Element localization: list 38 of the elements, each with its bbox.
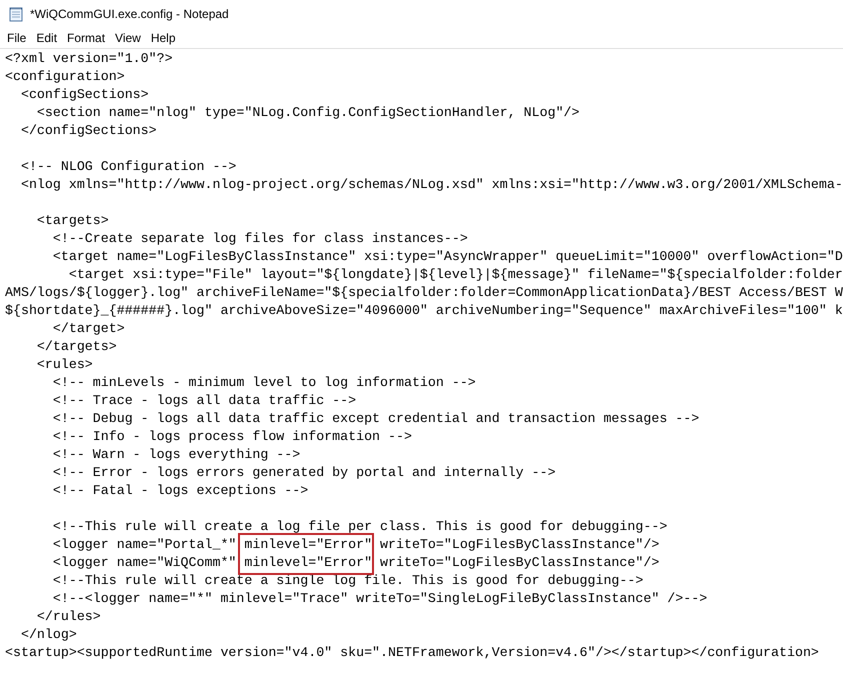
code-line: <!-- NLOG Configuration --> [20, 159, 236, 174]
code-line: <!-- Error - logs errors generated by portal and internally --> [52, 465, 556, 480]
code-line: <?xml version="1.0"?> [5, 51, 173, 66]
menu-item[interactable]: Format [62, 29, 110, 47]
code-line: <!--This rule will create a log file per class. This is good for debugging--> [52, 519, 668, 534]
code-line: <logger name="WiQComm*" minlevel="Error" writeTo="LogFilesByClassInstance"/> [52, 555, 660, 570]
code-line: </target> [52, 321, 125, 336]
code-line: <rules> [36, 357, 93, 372]
code-line: </configSections> [20, 123, 157, 138]
code-line: <!--Create separate log files for class instances--> [52, 231, 468, 246]
code-line: <startup><supportedRuntime version="v4.0" sku=".NETFramework,Version=v4.6"/></startup></configuration> [5, 645, 819, 660]
code-line: AMS/logs/${logger}.log" archiveFileName="${specialfolder:folder=CommonApplicationData}/BEST Access/BEST W [5, 285, 843, 300]
code-line: <target name="LogFilesByClassInstance" xsi:type="AsyncWrapper" queueLimit="10000" overflowAction="D [52, 249, 843, 264]
window-title: *WiQCommGUI.exe.config - Notepad [30, 6, 229, 23]
code-line: <!-- Warn - logs everything --> [52, 447, 300, 462]
code-line: <!-- Trace - logs all data traffic --> [52, 393, 356, 408]
code-line: </rules> [36, 609, 101, 624]
code-line: </nlog> [20, 627, 77, 642]
menu-item[interactable]: Help [146, 29, 181, 47]
code-line: <!--This rule will create a single log file. This is good for debugging--> [52, 573, 644, 588]
code-line: ${shortdate}_{######}.log" archiveAboveSize="4096000" archiveNumbering="Sequence" maxArchiveFiles="100" k [5, 303, 843, 318]
code-line: <target xsi:type="File" layout="${longdate}|${level}|${message}" fileName="${specialfolder:folder [68, 267, 843, 282]
menu-item[interactable]: File [2, 29, 32, 47]
code-line: <!-- Fatal - logs exceptions --> [52, 483, 308, 498]
code-line: <configSections> [20, 87, 149, 102]
code-line: <!-- Info - logs process flow information --> [52, 429, 412, 444]
menu-item[interactable]: View [110, 29, 146, 47]
notepad-icon [8, 6, 24, 22]
menu-item[interactable]: Edit [31, 29, 62, 47]
code-line: <section name="nlog" type="NLog.Config.ConfigSectionHandler, NLog"/> [36, 105, 580, 120]
code-line: <!-- Debug - logs all data traffic except credential and transaction messages --> [52, 411, 700, 426]
code-line: <logger name="Portal_*" minlevel="Error" writeTo="LogFilesByClassInstance"/> [52, 537, 660, 552]
code-line: </targets> [36, 339, 117, 354]
code-line: <targets> [36, 213, 109, 228]
code-line: <nlog xmlns="http://www.nlog-project.org/schemas/NLog.xsd" xmlns:xsi="http://www.w3.org/2001/XMLSchema- [20, 177, 843, 192]
code-line: <configuration> [5, 69, 125, 84]
code-line: <!-- minLevels - minimum level to log information --> [52, 375, 476, 390]
code-line: <!--<logger name="*" minlevel="Trace" writeTo="SingleLogFileByClassInstance" />--> [52, 591, 708, 606]
